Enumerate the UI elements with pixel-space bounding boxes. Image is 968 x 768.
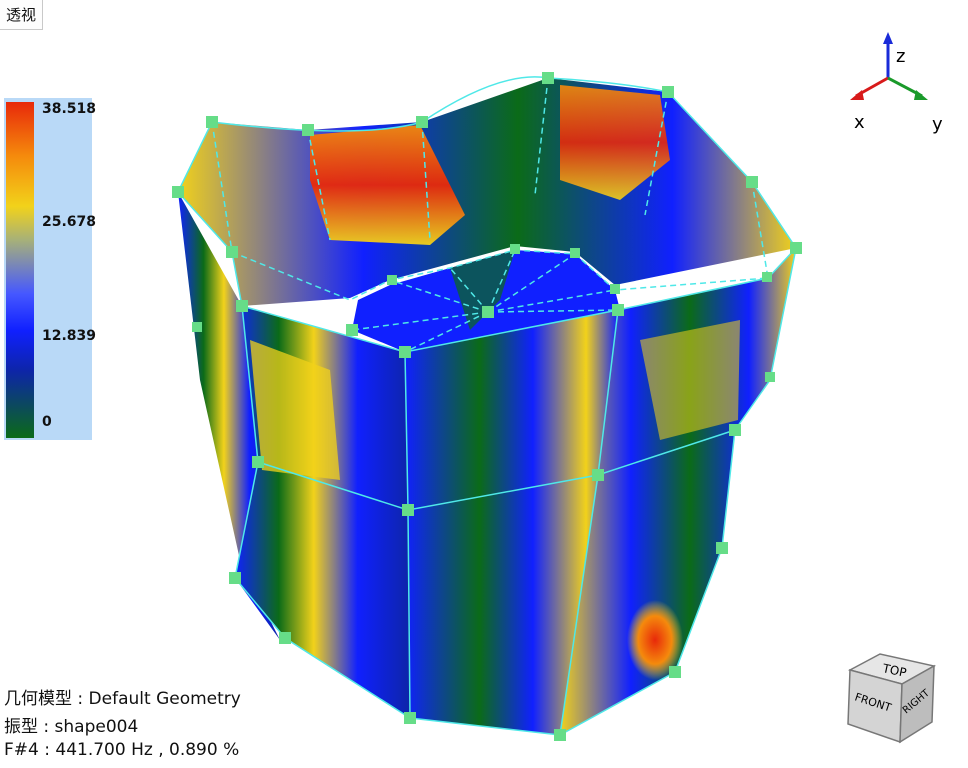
legend-tick-2-label: 25.678	[42, 214, 97, 230]
mode-shape-mesh	[178, 78, 796, 735]
tab-perspective[interactable]: 透视	[0, 0, 44, 30]
axis-triad-icon: z x y	[850, 32, 943, 135]
color-legend-gradient	[6, 102, 34, 438]
legend-min-label: 0	[42, 414, 52, 430]
mode-label: F#4	[4, 740, 39, 760]
legend-tick-1-label: 12.839	[42, 328, 97, 344]
axis-x-label: x	[854, 112, 865, 133]
color-legend: 38.518 25.678 12.839 0	[4, 98, 96, 440]
model-viewport[interactable]	[0, 0, 968, 768]
geometry-label: 几何模型	[4, 689, 72, 709]
axis-y-label: y	[932, 114, 943, 135]
geometry-value: Default Geometry	[88, 689, 241, 709]
mode-info: F#4 : 441.700 Hz , 0.890 %	[4, 740, 240, 760]
mode-value: 441.700 Hz , 0.890 %	[55, 740, 240, 760]
axis-z-label: z	[896, 46, 905, 67]
shape-label: 振型	[4, 717, 38, 737]
view-cube[interactable]: TOP FRONT RIGHT	[840, 648, 938, 746]
legend-max-label: 38.518	[42, 101, 97, 117]
geometry-info: 几何模型 : Default Geometry	[4, 689, 241, 709]
shape-value: shape004	[54, 717, 139, 737]
shape-info: 振型 : shape004	[4, 717, 139, 737]
